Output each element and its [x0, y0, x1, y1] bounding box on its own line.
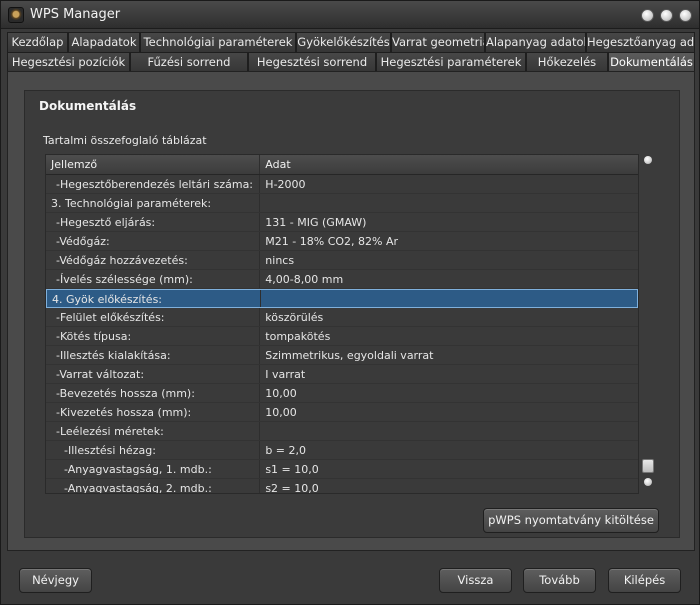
cell-value [260, 422, 638, 440]
back-button[interactable]: Vissza [439, 568, 512, 593]
tab-1[interactable]: Alapadatok [68, 32, 140, 52]
table-row[interactable]: -Védőgáz: M21 - 18% CO2, 82% Ar [46, 232, 638, 251]
tab-6[interactable]: Hegesztőanyag adatok [586, 32, 695, 52]
tab-2[interactable]: Technológiai paraméterek [140, 32, 296, 52]
cell-feature: -Kivezetés hossza (mm): [46, 403, 261, 421]
about-button[interactable]: Névjegy [19, 568, 92, 593]
table-row[interactable]: -Kivezetés hossza (mm): 10,00 [46, 403, 638, 422]
title-bar: WPS Manager [1, 1, 699, 29]
cell-value: 131 - MIG (GMAW) [265, 216, 367, 229]
maximize-button[interactable] [660, 9, 673, 22]
print-pwps-button[interactable]: pWPS nyomtatvány kitöltése [483, 508, 659, 533]
table-title: Tartalmi összefoglaló táblázat [43, 134, 207, 147]
table-row[interactable]: -Hegesztő eljárás: 131 - MIG (GMAW) [46, 213, 638, 232]
table-row[interactable]: -Felület előkészítés: köszörülés [46, 308, 638, 327]
tab-row2-3[interactable]: Hegesztési paraméterek [376, 52, 526, 72]
table-row[interactable]: -Illesztési hézag: b = 2,0 [46, 441, 638, 460]
tab-5[interactable]: Alapanyag adatok [485, 32, 586, 52]
app-window: WPS Manager Kezdőlap Alapadatok Technológi… [0, 0, 700, 605]
tab-row-1: Kezdőlap Alapadatok Technológiai paraméter… [7, 32, 695, 52]
cell-feature: -Anyagvastagság, 1. mdb.: [46, 460, 261, 478]
cell-feature: -Kötés típusa: [46, 327, 261, 345]
cell-feature: -Bevezetés hossza (mm): [46, 384, 261, 402]
scroll-up-icon[interactable] [644, 156, 652, 164]
next-button[interactable]: Tovább [523, 568, 596, 593]
cell-feature: -Illesztés kialakítása: [46, 346, 261, 364]
cell-value: 10,00 [265, 387, 297, 400]
cell-value: b = 2,0 [265, 444, 306, 457]
column-header-feature[interactable]: Jellemző [46, 155, 261, 174]
table-row[interactable]: -Varrat változat: I varrat [46, 365, 638, 384]
minimize-button[interactable] [641, 9, 654, 22]
table-header: Jellemző Adat [46, 155, 638, 175]
cell-feature: -Leélezési méretek: [46, 422, 261, 440]
column-header-data[interactable]: Adat [260, 155, 638, 174]
cell-value: s1 = 10,0 [265, 463, 319, 476]
tab-row2-2[interactable]: Hegesztési sorrend [248, 52, 376, 72]
tab-3[interactable]: Gyökelőkészítés [296, 32, 391, 52]
cell-value: 4,00-8,00 mm [265, 273, 344, 286]
table-row[interactable]: 4. Gyök előkészítés: [46, 289, 638, 308]
tab-row2-5[interactable]: Dokumentálás [608, 52, 695, 72]
cell-value: H-2000 [265, 178, 306, 191]
window-title: WPS Manager [30, 7, 121, 22]
table-row[interactable]: -Védőgáz hozzávezetés: nincs [46, 251, 638, 270]
table-row[interactable]: -Hegesztőberendezés leltári száma: H-2000 [46, 175, 638, 194]
table-row[interactable]: -Anyagvastagság, 2. mdb.: s2 = 10,0 [46, 479, 638, 494]
cell-feature: 3. Technológiai paraméterek: [46, 194, 261, 212]
cell-feature: -Védőgáz: [46, 232, 261, 250]
close-button[interactable] [679, 9, 692, 22]
cell-feature: -Illesztési hézag: [46, 441, 261, 459]
cell-value: köszörülés [265, 311, 324, 324]
tab-0[interactable]: Kezdőlap [7, 32, 68, 52]
cell-feature: -Anyagvastagság, 2. mdb.: [46, 479, 261, 493]
page-title: Dokumentálás [39, 99, 137, 113]
cell-feature: -Hegesztő eljárás: [46, 213, 261, 231]
scroll-thumb[interactable] [642, 459, 654, 473]
cell-value: Szimmetrikus, egyoldali varrat [265, 349, 434, 362]
table-row[interactable]: 3. Technológiai paraméterek: [46, 194, 638, 213]
tab-row2-0[interactable]: Hegesztési pozíciók [7, 52, 130, 72]
cell-value: I varrat [265, 368, 306, 381]
cell-feature: -Védőgáz hozzávezetés: [46, 251, 261, 269]
bottom-bar: Névjegy Vissza Tovább Kilépés [7, 557, 695, 601]
table-row[interactable]: -Ívelés szélessége (mm): 4,00-8,00 mm [46, 270, 638, 289]
tab-row-2: Hegesztési pozíciók Fűzési sorrend Hegeszt… [7, 52, 695, 72]
table-row[interactable]: -Anyagvastagság, 1. mdb.: s1 = 10,0 [46, 460, 638, 479]
table-row[interactable]: -Illesztés kialakítása: Szimmetrikus, egy… [46, 346, 638, 365]
app-logo-icon [8, 7, 24, 23]
cell-feature: -Felület előkészítés: [46, 308, 261, 326]
table-body: -Hegesztőberendezés leltári száma: H-2000… [46, 175, 638, 494]
cell-feature: 4. Gyök előkészítés: [47, 290, 261, 307]
table-row[interactable]: -Bevezetés hossza (mm): 10,00 [46, 384, 638, 403]
cell-value [261, 290, 637, 307]
vertical-scrollbar[interactable] [641, 154, 655, 494]
summary-table[interactable]: Jellemző Adat -Hegesztőberendezés leltár… [45, 154, 639, 494]
tab-4[interactable]: Varrat geometria [391, 32, 485, 52]
table-row[interactable]: -Leélezési méretek: [46, 422, 638, 441]
cell-value: nincs [265, 254, 295, 267]
scroll-down-icon[interactable] [644, 478, 652, 486]
documentation-panel: Dokumentálás Tartalmi összefoglaló táblá… [24, 90, 680, 538]
cell-value: s2 = 10,0 [265, 482, 319, 494]
tab-row2-1[interactable]: Fűzési sorrend [130, 52, 248, 72]
cell-value: M21 - 18% CO2, 82% Ar [265, 235, 399, 248]
cell-feature: -Varrat változat: [46, 365, 261, 383]
cell-feature: -Hegesztőberendezés leltári száma: [46, 175, 261, 193]
table-row[interactable]: -Kötés típusa: tompakötés [46, 327, 638, 346]
main-panel: Dokumentálás Tartalmi összefoglaló táblá… [7, 71, 695, 551]
cell-feature: -Ívelés szélessége (mm): [46, 270, 261, 288]
cell-value: 10,00 [265, 406, 297, 419]
exit-button[interactable]: Kilépés [608, 568, 681, 593]
cell-value [260, 194, 638, 212]
cell-value: tompakötés [265, 330, 331, 343]
tab-row2-4[interactable]: Hőkezelés [526, 52, 608, 72]
